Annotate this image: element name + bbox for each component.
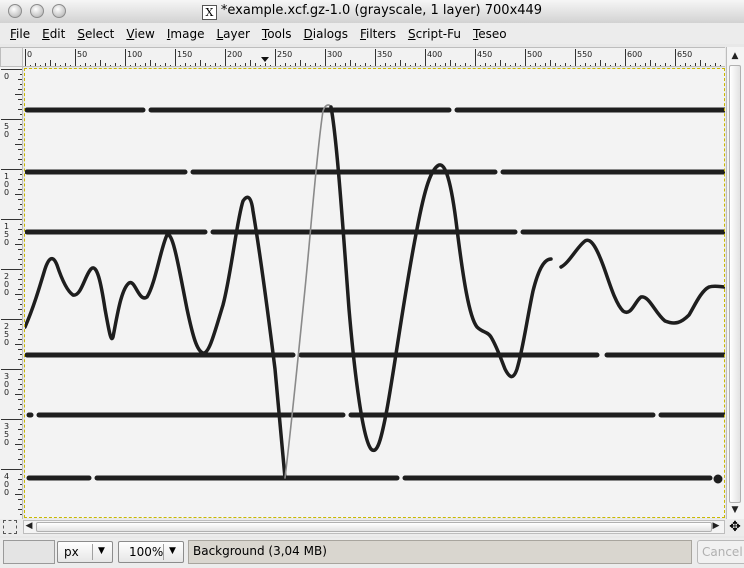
scroll-right-icon[interactable]: ▶ [710, 520, 722, 532]
menu-bar: File Edit Select View Image Layer Tools … [0, 23, 744, 44]
vertical-ruler[interactable]: 050100150200250300350400 [0, 67, 23, 519]
canvas-image [25, 104, 725, 484]
ruler-label: 100 [127, 50, 142, 59]
pointer-position-marker [261, 57, 269, 62]
ruler-label: 0 [4, 488, 9, 497]
menu-edit[interactable]: Edit [36, 27, 71, 41]
ruler-label: 0 [27, 50, 32, 59]
quick-mask-icon[interactable] [3, 520, 17, 534]
image-canvas[interactable] [25, 69, 725, 518]
navigate-icon[interactable]: ✥ [727, 519, 743, 535]
waveform-curve [559, 238, 725, 325]
status-bar: px ▼ 100% ▼ Background (3,04 MB) Cancel [0, 538, 744, 568]
menu-filters[interactable]: Filters [354, 27, 402, 41]
horizontal-scrollbar[interactable]: ◀ ▶ [23, 520, 725, 534]
ruler-label: 500 [527, 50, 542, 59]
ruler-label: 300 [327, 50, 342, 59]
ruler-label: 150 [177, 50, 192, 59]
ruler-label: 650 [677, 50, 692, 59]
menu-image[interactable]: Image [161, 27, 211, 41]
x11-icon: X [201, 5, 217, 20]
menu-teseo[interactable]: Teseo [467, 27, 513, 41]
menu-script-fu[interactable]: Script-Fu [402, 27, 467, 41]
vertical-scroll-thumb[interactable] [729, 65, 741, 503]
ruler-label: 0 [4, 238, 9, 247]
menu-select[interactable]: Select [71, 27, 120, 41]
unit-value: px [64, 545, 79, 559]
menu-view[interactable]: View [120, 27, 160, 41]
zoom-value: 100% [129, 545, 164, 559]
ruler-label: 550 [577, 50, 592, 59]
ruler-corner[interactable] [0, 47, 23, 67]
ruler-label: 0 [4, 388, 9, 397]
ruler-label: 0 [4, 438, 9, 447]
ruler-label: 200 [227, 50, 242, 59]
ruler-label: 0 [4, 288, 9, 297]
ruler-label: 0 [4, 130, 9, 139]
chevron-down-icon: ▼ [98, 546, 105, 556]
menu-dialogs[interactable]: Dialogs [298, 27, 354, 41]
scroll-up-icon[interactable]: ▲ [728, 49, 742, 63]
menu-tools[interactable]: Tools [256, 27, 298, 41]
ruler-label: 0 [4, 72, 9, 81]
menu-layer[interactable]: Layer [210, 27, 255, 41]
horizontal-ruler-ticks: 0 50 100 150 200 250 300 350 400 450 500 550 600 650 [25, 49, 721, 66]
horizontal-ruler[interactable]: 0 50 100 150 200 250 300 350 400 450 500 550 600 650 [23, 47, 725, 67]
unit-select[interactable]: px ▼ [57, 541, 113, 563]
scroll-left-icon[interactable]: ◀ [23, 520, 35, 532]
ruler-label: 50 [77, 50, 87, 59]
ruler-label: 0 [4, 338, 9, 347]
cancel-button[interactable]: Cancel [697, 540, 744, 564]
pointer-coordinates [3, 540, 55, 564]
window-title: *example.xcf.gz-1.0 (grayscale, 1 layer)… [220, 3, 543, 18]
horizontal-scroll-thumb[interactable] [36, 522, 712, 532]
window-titlebar[interactable]: X *example.xcf.gz-1.0 (grayscale, 1 layer… [0, 0, 744, 24]
waveform-curve [329, 105, 553, 453]
scroll-down-icon[interactable]: ▼ [728, 503, 742, 517]
status-message: Background (3,04 MB) [188, 540, 692, 564]
vertical-ruler-ticks: 050100150200250300350400 [1, 69, 22, 515]
ruler-label: 450 [477, 50, 492, 59]
ink-dot [713, 474, 723, 484]
zoom-select[interactable]: 100% ▼ [118, 541, 184, 563]
waveform-curve [25, 195, 287, 480]
chevron-down-icon: ▼ [169, 546, 176, 556]
vertical-scrollbar[interactable]: ▲ ▼ [726, 47, 744, 519]
menu-file[interactable]: File [0, 27, 36, 41]
ruler-label: 400 [427, 50, 442, 59]
ruler-label: 0 [4, 188, 9, 197]
waveform-faint-trace [284, 104, 332, 479]
ruler-label: 600 [627, 50, 642, 59]
ruler-label: 350 [377, 50, 392, 59]
ruler-label: 250 [277, 50, 292, 59]
